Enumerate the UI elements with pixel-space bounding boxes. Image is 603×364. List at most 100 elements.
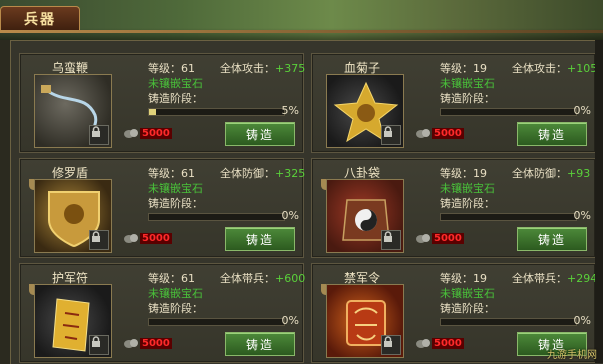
weapon-portrait[interactable] — [34, 284, 112, 358]
level-label: 等级： — [440, 167, 473, 180]
level-label: 等级： — [148, 272, 181, 285]
forge-cost: 5000 — [140, 338, 172, 349]
forge-cost: 5000 — [140, 128, 172, 139]
weapon-card: 护军符 等级：61 全体带兵：+600 未镶嵌宝石 铸造阶段： 0% 5000 … — [19, 263, 305, 363]
level-row: 等级：19 — [440, 60, 487, 76]
weapon-portrait[interactable] — [326, 179, 404, 253]
ore-icon — [416, 129, 430, 138]
level-row: 等级：19 — [440, 165, 487, 181]
attr-label: 全体防御： — [220, 167, 275, 180]
level-value: 61 — [181, 167, 195, 180]
attr-value: +375 — [275, 62, 306, 75]
level-value: 19 — [473, 167, 487, 180]
forge-cost: 5000 — [432, 338, 464, 349]
tab-weapons[interactable]: 兵器 — [0, 6, 80, 31]
attr-value: +93 — [567, 167, 591, 180]
level-value: 19 — [473, 272, 487, 285]
forge-progress-bar — [440, 318, 577, 326]
forge-progress-bar — [148, 318, 285, 326]
weapon-card: 乌蛮鞭 等级：61 全体攻击：+375 未镶嵌宝石 铸造阶段： 5% 5000 … — [19, 53, 305, 153]
attr-row: 全体攻击：+375 — [220, 60, 305, 76]
attr-label: 全体防御： — [512, 167, 567, 180]
level-label: 等级： — [148, 62, 181, 75]
forge-button[interactable]: 铸造 — [517, 122, 587, 146]
forge-cost: 5000 — [432, 233, 464, 244]
gem-status: 未镶嵌宝石 — [440, 287, 495, 300]
gem-status: 未镶嵌宝石 — [148, 77, 203, 90]
weapons-panel: 乌蛮鞭 等级：61 全体攻击：+375 未镶嵌宝石 铸造阶段： 5% 5000 … — [10, 40, 603, 364]
lock-icon[interactable] — [381, 335, 401, 355]
forge-progress-text: 0% — [281, 314, 299, 327]
forge-button[interactable]: 铸造 — [225, 122, 295, 146]
lock-icon[interactable] — [381, 125, 401, 145]
attr-row: 全体带兵：+600 — [220, 270, 305, 286]
watermark-logo: 九游手机网 — [547, 350, 597, 361]
forge-cost: 5000 — [432, 128, 464, 139]
lock-icon[interactable] — [89, 125, 109, 145]
level-row: 等级：19 — [440, 270, 487, 286]
lock-icon[interactable] — [89, 230, 109, 250]
attr-row: 全体带兵：+294 — [512, 270, 597, 286]
attr-value: +325 — [275, 167, 306, 180]
background-scene — [0, 0, 603, 40]
level-label: 等级： — [148, 167, 181, 180]
level-value: 61 — [181, 272, 195, 285]
ore-icon — [416, 339, 430, 348]
weapon-portrait[interactable] — [34, 74, 112, 148]
attr-label: 全体带兵： — [220, 272, 275, 285]
attr-value: +600 — [275, 272, 306, 285]
attr-label: 全体攻击： — [512, 62, 567, 75]
lock-icon[interactable] — [89, 335, 109, 355]
forge-progress-text: 0% — [573, 104, 591, 117]
scrollbar[interactable] — [595, 40, 603, 363]
forge-stage-label: 铸造阶段： — [148, 302, 203, 315]
forge-cost: 5000 — [140, 233, 172, 244]
attr-value: +105 — [567, 62, 598, 75]
forge-progress-fill — [149, 109, 156, 115]
forge-progress-bar — [440, 108, 577, 116]
level-label: 等级： — [440, 272, 473, 285]
weapon-card: 血菊子 等级：19 全体攻击：+105 未镶嵌宝石 铸造阶段： 0% 5000 … — [311, 53, 597, 153]
gem-status: 未镶嵌宝石 — [440, 77, 495, 90]
forge-progress-text: 0% — [573, 209, 591, 222]
forge-progress-bar — [148, 213, 285, 221]
weapon-portrait[interactable] — [326, 284, 404, 358]
gem-status: 未镶嵌宝石 — [148, 287, 203, 300]
level-value: 61 — [181, 62, 195, 75]
lock-icon[interactable] — [381, 230, 401, 250]
forge-button[interactable]: 铸造 — [517, 227, 587, 251]
forge-progress-bar — [440, 213, 577, 221]
attr-row: 全体防御：+325 — [220, 165, 305, 181]
ore-icon — [416, 234, 430, 243]
ore-icon — [124, 234, 138, 243]
gem-status: 未镶嵌宝石 — [148, 182, 203, 195]
attr-label: 全体攻击： — [220, 62, 275, 75]
forge-stage-label: 铸造阶段： — [440, 92, 495, 105]
attr-label: 全体带兵： — [512, 272, 567, 285]
attr-row: 全体攻击：+105 — [512, 60, 597, 76]
attr-row: 全体防御：+93 — [512, 165, 590, 181]
weapon-card: 修罗盾 等级：61 全体防御：+325 未镶嵌宝石 铸造阶段： 0% 5000 … — [19, 158, 305, 258]
forge-stage-label: 铸造阶段： — [148, 197, 203, 210]
weapon-portrait[interactable] — [34, 179, 112, 253]
level-row: 等级：61 — [148, 270, 195, 286]
forge-button[interactable]: 铸造 — [225, 227, 295, 251]
attr-value: +294 — [567, 272, 598, 285]
forge-progress-text: 0% — [281, 209, 299, 222]
level-row: 等级：61 — [148, 60, 195, 76]
forge-progress-text: 5% — [281, 104, 299, 117]
ore-icon — [124, 339, 138, 348]
gem-status: 未镶嵌宝石 — [440, 182, 495, 195]
forge-progress-bar — [148, 108, 285, 116]
weapon-portrait[interactable] — [326, 74, 404, 148]
forge-stage-label: 铸造阶段： — [440, 302, 495, 315]
forge-stage-label: 铸造阶段： — [148, 92, 203, 105]
forge-progress-text: 0% — [573, 314, 591, 327]
ore-icon — [124, 129, 138, 138]
forge-button[interactable]: 铸造 — [225, 332, 295, 356]
tab-underline — [0, 30, 603, 33]
forge-stage-label: 铸造阶段： — [440, 197, 495, 210]
level-value: 19 — [473, 62, 487, 75]
level-label: 等级： — [440, 62, 473, 75]
level-row: 等级：61 — [148, 165, 195, 181]
